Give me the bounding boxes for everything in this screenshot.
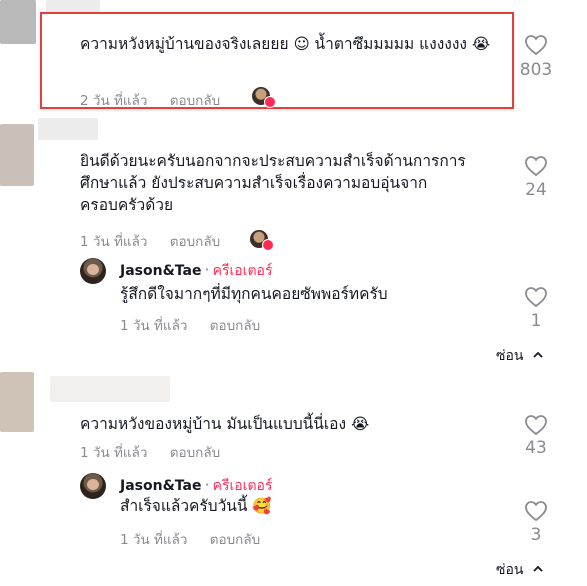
reply-author[interactable]: Jason&Tae [120,478,201,494]
creator-badge: ครีเอเตอร์ [212,478,273,494]
reply-text: สำเร็จแล้วครับวันนี้ 🥰 [120,497,272,515]
heart-outline-icon[interactable] [524,286,548,308]
reply-time: 1 วัน ที่แล้ว [120,532,188,548]
liked-badge-icon [262,239,274,251]
reply-meta: 1 วัน ที่แล้ว ตอบกลับ [120,528,278,550]
blurred-avatar [0,124,34,186]
chevron-up-icon [533,351,543,358]
chevron-up-icon [533,565,543,572]
heart-outline-icon[interactable] [524,155,548,177]
comment-text: ความหวังหมู่บ้านของจริงเลยยย ☺ น้ำตาซึมม… [80,35,491,53]
blurred-avatar [0,372,34,432]
like-count: 43 [525,438,547,458]
heart-outline-icon[interactable] [524,500,548,522]
like-count: 3 [530,525,542,545]
hide-replies-button[interactable]: ซ่อน [496,559,544,581]
reply-author[interactable]: Jason&Tae [120,263,201,279]
comment-time: 2 วัน ที่แล้ว [80,93,148,109]
reply-button[interactable]: ตอบกลับ [210,532,260,548]
reply-button[interactable]: ตอบกลับ [170,93,220,109]
reply-header: Jason&Tae · ครีเอเตอร์ [120,260,272,282]
comment-line: ครอบครัวด้วย [80,196,174,214]
hide-label: ซ่อน [496,348,524,364]
heart-outline-icon[interactable] [524,414,548,436]
separator-dot: · [204,260,210,279]
comment-line: ศึกษาแล้ว ยังประสบความสำเร็จเรื่องความอบ… [80,174,428,192]
like-count: 803 [519,60,553,80]
reply-button[interactable]: ตอบกลับ [170,234,220,250]
comment-line: ยินดีด้วยนะครับนอกจากจะประสบความสำเร็จด้… [80,152,466,170]
creator-liked-avatar [250,230,274,251]
reply-header: Jason&Tae · ครีเอเตอร์ [120,475,272,497]
reply-button[interactable]: ตอบกลับ [170,445,220,461]
comment-time: 1 วัน ที่แล้ว [80,445,148,461]
blurred-username [50,376,170,402]
blurred-username [38,118,98,140]
hide-replies-button[interactable]: ซ่อน [496,345,544,367]
reply-meta: 1 วัน ที่แล้ว ตอบกลับ [120,314,278,336]
reply-time: 1 วัน ที่แล้ว [120,318,188,334]
reply-text: รู้สึกดีใจมากๆที่มีทุกคนคอยซัพพอร์ทครับ [120,285,388,303]
liked-badge-icon [264,96,276,108]
comment-meta: 2 วัน ที่แล้ว ตอบกลับ [80,89,238,111]
comment-meta: 1 วัน ที่แล้ว ตอบกลับ [80,441,238,463]
reply-button[interactable]: ตอบกลับ [210,318,260,334]
comment-meta: 1 วัน ที่แล้ว ตอบกลับ [80,230,238,252]
creator-badge: ครีเอเตอร์ [212,263,273,279]
like-count: 24 [525,180,547,200]
creator-avatar[interactable] [80,473,106,499]
comment-text: ยินดีด้วยนะครับนอกจากจะประสบความสำเร็จด้… [80,150,510,216]
like-count: 1 [530,311,542,331]
comment-time: 1 วัน ที่แล้ว [80,234,148,250]
blurred-avatar [0,0,36,44]
hide-label: ซ่อน [496,562,524,578]
comment-text: ความหวังของหมู่บ้าน มันเป็นแบบนี้นี่เอง … [80,415,370,433]
separator-dot: · [204,475,210,494]
heart-outline-icon[interactable] [524,34,548,56]
creator-avatar[interactable] [80,258,106,284]
creator-liked-avatar [252,87,276,108]
